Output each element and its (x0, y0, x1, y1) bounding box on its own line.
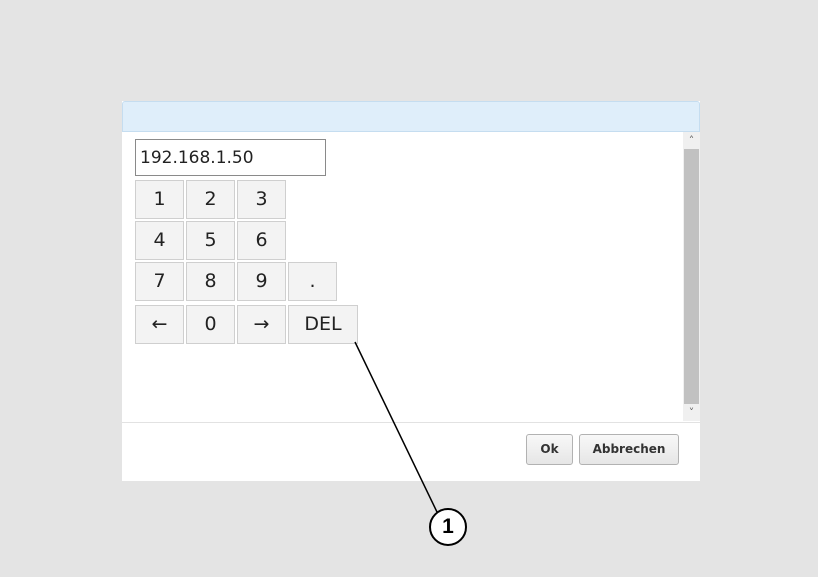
callout-leader-line (354, 341, 438, 513)
callout-number: 1 (442, 515, 454, 538)
callout-graphic (354, 341, 467, 546)
